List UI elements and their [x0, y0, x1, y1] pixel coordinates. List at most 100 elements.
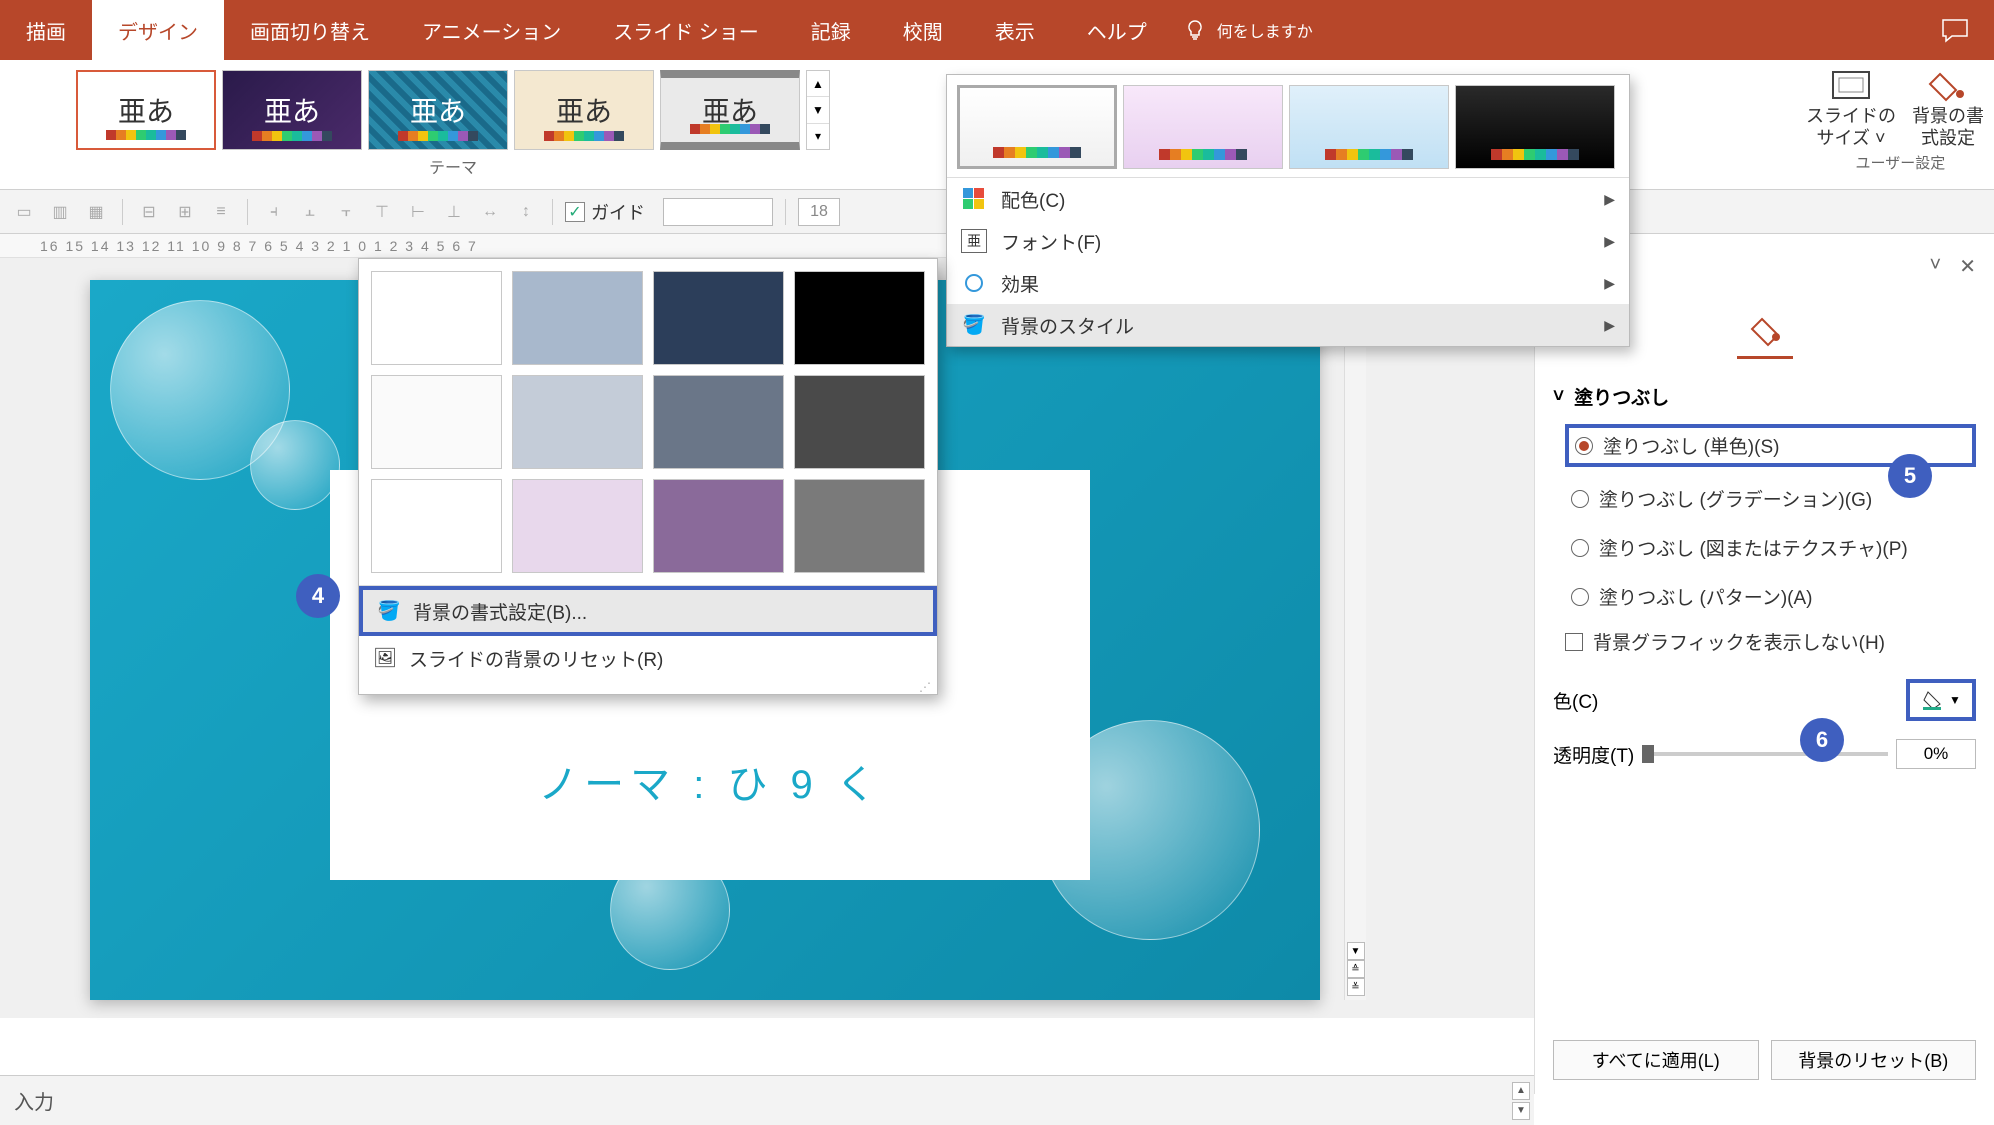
tell-me-label: 何をしますか [1217, 18, 1313, 42]
colors-icon [961, 187, 987, 211]
fill-category-icon[interactable] [1737, 303, 1793, 359]
themes-group-label: テーマ [429, 154, 477, 178]
notes-up-icon[interactable]: ▲ [1512, 1082, 1530, 1100]
qb-align-right[interactable]: ⫟ [332, 198, 360, 226]
tab-slideshow[interactable]: スライド ショー [587, 0, 785, 60]
slide-body-text: ノーマ : ひ 9 く [538, 752, 882, 810]
reset-bg-icon: 🖼 [373, 646, 397, 670]
radio-pattern-fill[interactable]: 塗りつぶし (パターン)(A) [1565, 579, 1976, 614]
ribbon-tabs: 描画 デザイン 画面切り替え アニメーション スライド ショー 記録 校閲 表示… [0, 0, 1994, 60]
tab-review[interactable]: 校閲 [877, 0, 969, 60]
qb-btn-5[interactable]: ⊞ [171, 198, 199, 226]
theme-thumb-5[interactable]: 亜あ [660, 70, 800, 150]
format-background-button[interactable]: 背景の書 式設定 [1912, 66, 1984, 149]
radio-picture-fill[interactable]: 塗りつぶし (図またはテクスチャ)(P) [1565, 530, 1976, 565]
fill-color-icon [1921, 689, 1943, 711]
theme-thumb-4[interactable]: 亜あ [514, 70, 654, 150]
background-styles-submenu: 🪣 背景の書式設定(B)... 🖼 スライドの背景のリセット(R) ⋰ [358, 258, 938, 695]
tab-animations[interactable]: アニメーション [396, 0, 587, 60]
qb-fontsize[interactable]: 18 [798, 198, 840, 226]
qb-align-middle[interactable]: ⊢ [404, 198, 432, 226]
bg-style-9[interactable] [371, 479, 502, 573]
theme-thumb-2[interactable]: 亜あ [222, 70, 362, 150]
format-bg-icon: 🪣 [377, 599, 401, 623]
transparency-slider[interactable] [1642, 752, 1888, 756]
variant-3[interactable] [1289, 85, 1449, 169]
status-mode: 入力 [14, 1086, 54, 1115]
theme-thumb-1[interactable]: 亜あ [76, 70, 216, 150]
qb-btn-1[interactable]: ▭ [10, 198, 38, 226]
status-bar: 入力 ▲ ▼ [0, 1075, 1534, 1125]
color-label: 色(C) [1553, 687, 1598, 714]
notes-down-icon[interactable]: ▼ [1512, 1102, 1530, 1120]
scroll-down-icon[interactable]: ▼ [1347, 942, 1365, 960]
bg-style-7[interactable] [653, 375, 784, 469]
qb-align-left[interactable]: ⫞ [260, 198, 288, 226]
menu-effects[interactable]: 効果▶ [947, 262, 1629, 304]
fill-section-header[interactable]: ˅塗りつぶし [1553, 383, 1976, 410]
tab-help[interactable]: ヘルプ [1061, 0, 1173, 60]
comments-icon[interactable] [1940, 17, 1970, 43]
slide-size-icon [1829, 66, 1873, 104]
bg-style-1[interactable] [371, 271, 502, 365]
next-slide-icon[interactable]: ≚ [1347, 978, 1365, 996]
color-picker-button[interactable]: ▼ [1906, 679, 1976, 721]
bucket-icon [1926, 66, 1970, 104]
bg-style-3[interactable] [653, 271, 784, 365]
qb-dropdown-1[interactable] [663, 198, 773, 226]
customize-group-label: ユーザー設定 [1856, 152, 1935, 173]
apply-to-all-button[interactable]: すべてに適用(L) [1553, 1040, 1759, 1080]
theme-thumb-3[interactable]: 亜あ [368, 70, 508, 150]
slide-scrollbar[interactable]: ▲ ▼ ≙ ≚ [1344, 280, 1366, 1000]
tab-draw[interactable]: 描画 [0, 0, 92, 60]
bg-style-12[interactable] [794, 479, 925, 573]
callout-6: 6 [1800, 718, 1844, 762]
themes-gallery[interactable]: 亜あ 亜あ 亜あ 亜あ 亜あ ▲▼▾ [76, 70, 830, 150]
variants-dropdown: 配色(C)▶ 亜 フォント(F)▶ 効果▶ 🪣 背景のスタイル▶ [946, 74, 1630, 347]
qb-btn-6[interactable]: ≡ [207, 198, 235, 226]
qb-dist-h[interactable]: ↔ [476, 198, 504, 226]
bg-style-5[interactable] [371, 375, 502, 469]
bg-style-4[interactable] [794, 271, 925, 365]
pane-close-icon[interactable]: ✕ [1959, 254, 1976, 279]
qb-align-center[interactable]: ⫠ [296, 198, 324, 226]
menu-reset-slide-background[interactable]: 🖼 スライドの背景のリセット(R) [359, 636, 937, 680]
menu-format-background[interactable]: 🪣 背景の書式設定(B)... [359, 586, 937, 636]
pane-collapse-icon[interactable]: ˅ [1930, 254, 1942, 279]
bg-styles-icon: 🪣 [961, 313, 987, 337]
qb-align-top[interactable]: ⊤ [368, 198, 396, 226]
menu-colors[interactable]: 配色(C)▶ [947, 178, 1629, 220]
qb-btn-3[interactable]: ▦ [82, 198, 110, 226]
qb-align-bottom[interactable]: ⊥ [440, 198, 468, 226]
menu-background-styles[interactable]: 🪣 背景のスタイル▶ [947, 304, 1629, 346]
callout-4: 4 [296, 574, 340, 618]
bg-style-11[interactable] [653, 479, 784, 573]
check-hide-bg-graphics[interactable]: 背景グラフィックを表示しない(H) [1565, 628, 1976, 655]
bg-style-2[interactable] [512, 271, 643, 365]
tab-record[interactable]: 記録 [785, 0, 877, 60]
variant-1[interactable] [957, 85, 1117, 169]
variant-2[interactable] [1123, 85, 1283, 169]
bg-style-8[interactable] [794, 375, 925, 469]
qb-dist-v[interactable]: ↕ [512, 198, 540, 226]
qb-btn-2[interactable]: ▥ [46, 198, 74, 226]
reset-background-button[interactable]: 背景のリセット(B) [1771, 1040, 1977, 1080]
tab-design[interactable]: デザイン [92, 0, 224, 60]
lightbulb-icon [1183, 18, 1207, 42]
qb-btn-4[interactable]: ⊟ [135, 198, 163, 226]
prev-slide-icon[interactable]: ≙ [1347, 960, 1365, 978]
guide-checkbox[interactable]: ✓ガイド [565, 199, 645, 225]
tab-view[interactable]: 表示 [969, 0, 1061, 60]
transparency-value[interactable]: 0% [1896, 739, 1976, 769]
slide-size-button[interactable]: スライドの サイズ ˅ [1806, 66, 1896, 149]
menu-fonts[interactable]: 亜 フォント(F)▶ [947, 220, 1629, 262]
tab-transitions[interactable]: 画面切り替え [224, 0, 396, 60]
transparency-label: 透明度(T) [1553, 741, 1634, 768]
callout-5: 5 [1888, 454, 1932, 498]
variant-4[interactable] [1455, 85, 1615, 169]
bg-style-6[interactable] [512, 375, 643, 469]
effects-icon [961, 271, 987, 295]
tell-me[interactable]: 何をしますか [1183, 18, 1313, 42]
themes-more-button[interactable]: ▲▼▾ [806, 70, 830, 150]
bg-style-10[interactable] [512, 479, 643, 573]
